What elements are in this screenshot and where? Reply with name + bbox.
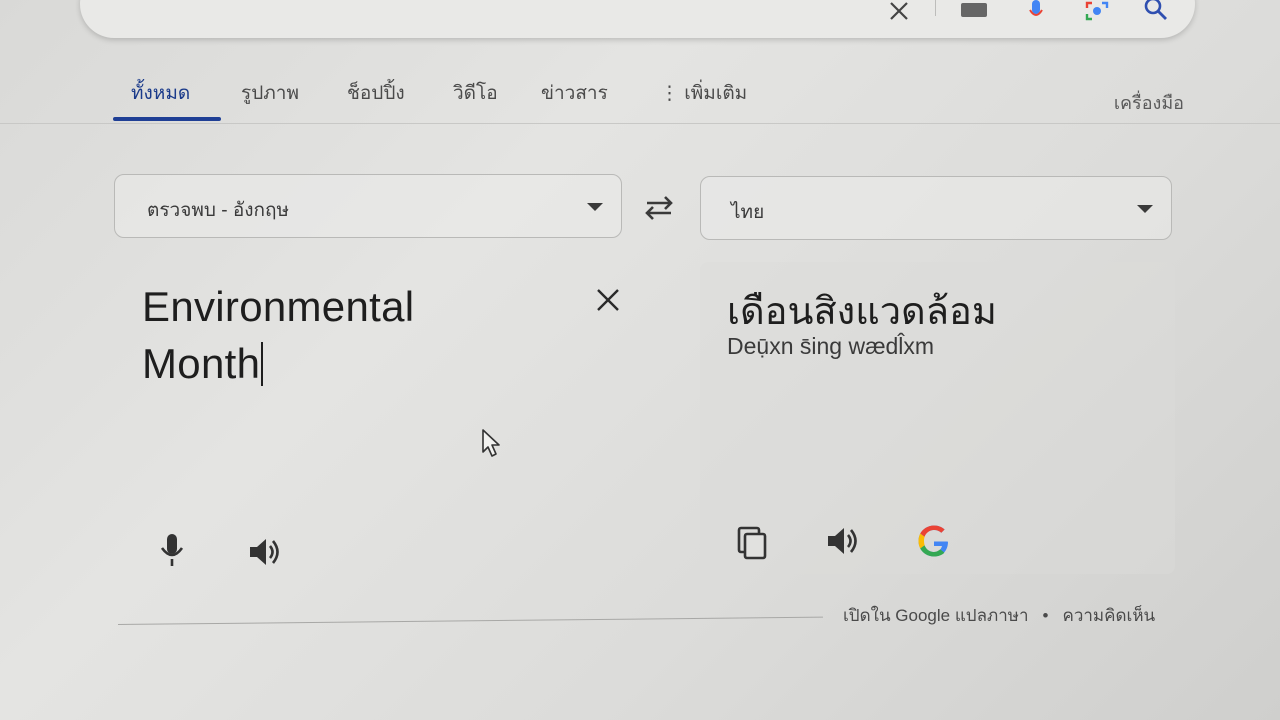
text-cursor bbox=[261, 342, 264, 386]
source-text-input[interactable]: Environmental Month bbox=[142, 278, 562, 392]
tab-videos[interactable]: วิดีโอ bbox=[453, 78, 498, 108]
speaker-icon[interactable] bbox=[245, 532, 285, 572]
tabs-divider bbox=[0, 123, 1280, 124]
google-g-icon[interactable] bbox=[914, 521, 954, 561]
transliteration-text: Deụ̄xn s̄ing wædl̂xm bbox=[727, 333, 935, 359]
tab-more[interactable]: ⋮ เพิ่มเติม bbox=[660, 78, 747, 108]
source-language-select[interactable]: ตรวจพบ - อังกฤษ bbox=[114, 174, 622, 238]
active-tab-indicator bbox=[113, 117, 221, 121]
source-text-line: Month bbox=[142, 340, 261, 387]
target-language-label: ไทย bbox=[731, 202, 765, 223]
mouse-pointer-icon bbox=[481, 428, 503, 458]
open-in-google-translate-link[interactable]: เปิดใน Google แปลภาษา bbox=[843, 606, 1029, 625]
clear-text-icon[interactable] bbox=[595, 287, 621, 313]
source-text-line: Environmental bbox=[142, 283, 415, 330]
feedback-link[interactable]: ความคิดเห็น bbox=[1062, 606, 1155, 625]
speaker-icon[interactable] bbox=[823, 521, 863, 561]
microphone-icon[interactable] bbox=[1022, 0, 1050, 22]
tab-news[interactable]: ข่าวสาร bbox=[541, 78, 608, 108]
source-language-label: ตรวจพบ - อังกฤษ bbox=[147, 200, 290, 221]
swap-languages-icon[interactable] bbox=[641, 193, 677, 223]
search-bar-divider bbox=[935, 0, 936, 16]
copy-icon[interactable] bbox=[733, 523, 773, 563]
search-bar[interactable] bbox=[80, 0, 1195, 38]
target-language-select[interactable]: ไทย bbox=[700, 176, 1172, 240]
keyboard-icon[interactable] bbox=[960, 0, 988, 22]
footer-separator: • bbox=[1042, 606, 1049, 625]
search-tabs: ทั้งหมด รูปภาพ ช็อปปิ้ง วิดีโอ ข่าวสาร ⋮… bbox=[0, 70, 1280, 124]
lens-icon[interactable] bbox=[1083, 0, 1111, 22]
footer-links: เปิดใน Google แปลภาษา • ความคิดเห็น bbox=[843, 602, 1155, 629]
chevron-down-icon bbox=[1137, 205, 1153, 213]
translated-text: เดือนสิงแวดล้อม bbox=[727, 291, 997, 333]
search-icon[interactable] bbox=[1142, 0, 1170, 22]
clear-search-icon[interactable] bbox=[885, 0, 913, 22]
microphone-icon[interactable] bbox=[152, 530, 192, 570]
tools-button[interactable]: เครื่องมือ bbox=[1114, 88, 1184, 117]
tab-images[interactable]: รูปภาพ bbox=[241, 78, 299, 108]
tab-shopping[interactable]: ช็อปปิ้ง bbox=[347, 78, 405, 108]
tab-all[interactable]: ทั้งหมด bbox=[131, 78, 190, 108]
chevron-down-icon bbox=[587, 203, 603, 211]
footer-divider bbox=[117, 616, 823, 625]
